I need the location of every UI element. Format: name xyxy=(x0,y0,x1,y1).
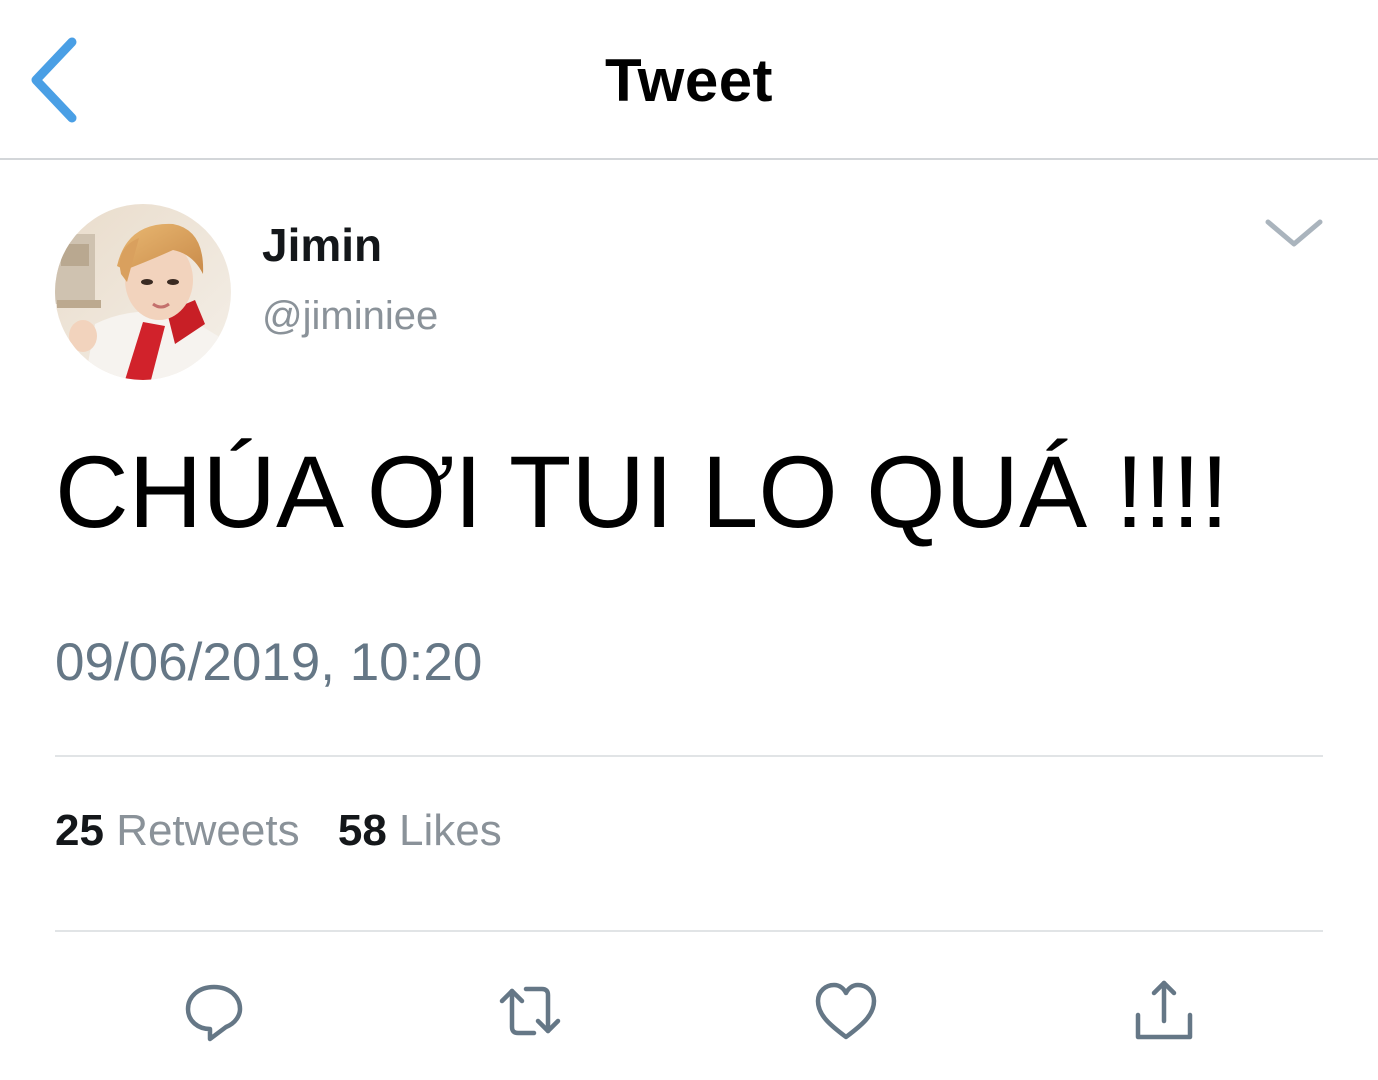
like-button[interactable] xyxy=(810,975,882,1047)
retweets-stat[interactable]: 25 Retweets xyxy=(55,806,300,856)
user-handle[interactable]: @jiminiee xyxy=(262,294,438,339)
likes-label: Likes xyxy=(399,806,502,855)
share-button[interactable] xyxy=(1128,975,1200,1047)
avatar[interactable] xyxy=(55,204,231,380)
more-options-button[interactable] xyxy=(1262,212,1326,252)
retweets-count: 25 xyxy=(55,806,104,855)
retweet-icon xyxy=(499,986,561,1036)
retweet-button[interactable] xyxy=(494,975,566,1047)
tweet-text: CHÚA ƠI TUI LO QUÁ !!!! xyxy=(55,435,1229,549)
tweet-timestamp: 09/06/2019, 10:20 xyxy=(55,633,483,692)
profile-photo xyxy=(55,204,231,380)
chevron-down-icon xyxy=(1265,219,1323,247)
tweet-header: Jimin @jiminiee xyxy=(0,160,1378,400)
divider xyxy=(55,930,1323,932)
share-icon xyxy=(1135,980,1193,1040)
like-icon xyxy=(815,982,877,1040)
likes-count: 58 xyxy=(337,806,387,855)
reply-button[interactable] xyxy=(178,975,250,1047)
navigation-bar: Tweet xyxy=(0,0,1378,160)
display-name[interactable]: Jimin xyxy=(262,218,382,272)
page-title: Tweet xyxy=(604,47,774,114)
retweets-label: Retweets xyxy=(116,806,300,855)
divider xyxy=(55,755,1323,757)
reply-icon xyxy=(185,984,243,1042)
action-bar xyxy=(0,975,1378,1055)
tweet-stats: 25 Retweets 58 Likes xyxy=(55,806,528,856)
likes-stat[interactable]: 58 Likes xyxy=(338,806,502,856)
